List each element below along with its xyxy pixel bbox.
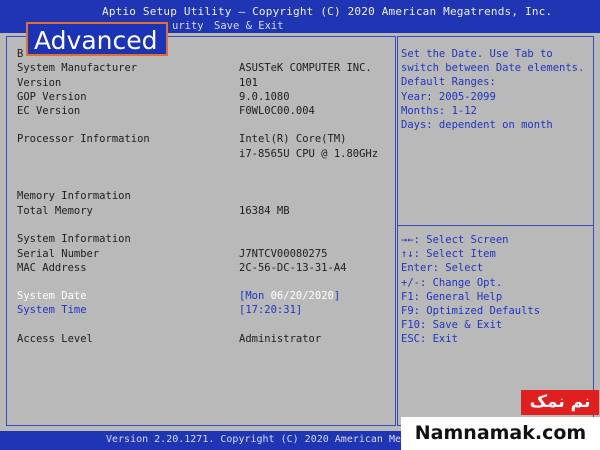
value-mac-address: 2C-56-DC-13-31-A4 bbox=[239, 262, 347, 274]
help-line: Year: 2005-2099 bbox=[401, 90, 496, 103]
label-ec-version: EC Version bbox=[17, 105, 81, 117]
key-legend: →←: Select Screen ↑↓: Select Item Enter:… bbox=[401, 233, 540, 347]
value-access-level: Administrator bbox=[239, 333, 322, 345]
label-system-manufacturer: System Manufacturer bbox=[17, 62, 138, 74]
label-access-level: Access Level bbox=[17, 333, 93, 345]
footer-version-text: Version 2.20.1271. Copyright (C) 2020 Am… bbox=[106, 434, 402, 445]
key-change-opt: +/-: Change Opt. bbox=[401, 276, 503, 289]
date-day: Mon bbox=[245, 290, 265, 302]
tab-advanced[interactable]: Advanced bbox=[26, 22, 168, 56]
help-line: Months: 1-12 bbox=[401, 104, 477, 117]
label-system-information: System Information bbox=[17, 233, 131, 245]
title-text: Aptio Setup Utility – Copyright (C) 2020… bbox=[102, 5, 553, 18]
value-system-manufacturer: ASUSTeK COMPUTER INC. bbox=[239, 62, 372, 74]
watermark-persian-logo: نم نمک bbox=[521, 390, 599, 415]
key-optimized-defaults: F9: Optimized Defaults bbox=[401, 304, 541, 317]
help-line: switch between Date elements. bbox=[401, 62, 585, 75]
watermark-site: Namnamak.com bbox=[401, 417, 600, 450]
menu-save-exit[interactable]: Save & Exit bbox=[214, 20, 284, 32]
key-enter: Enter: Select bbox=[401, 262, 484, 275]
value-ec-version: F0WL0C00.004 bbox=[239, 105, 315, 117]
value-version: 101 bbox=[239, 77, 258, 89]
date-close-bracket: ] bbox=[333, 290, 341, 302]
value-processor-line1: Intel(R) Core(TM) bbox=[239, 133, 347, 145]
date-value[interactable]: 06/20/2020 bbox=[271, 290, 334, 302]
help-line: Default Ranges: bbox=[401, 76, 496, 89]
key-save-exit: F10: Save & Exit bbox=[401, 319, 503, 332]
menu-security-fragment[interactable]: urity bbox=[172, 20, 204, 32]
key-select-item: ↑↓: Select Item bbox=[401, 248, 496, 261]
label-total-memory: Total Memory bbox=[17, 205, 93, 217]
label-processor-information: Processor Information bbox=[17, 133, 150, 145]
help-line: Set the Date. Use Tab to bbox=[401, 48, 553, 60]
label-gop-version: GOP Version bbox=[17, 91, 87, 103]
section-letter: B bbox=[17, 48, 24, 60]
label-mac-address: MAC Address bbox=[17, 262, 87, 274]
key-general-help: F1: General Help bbox=[401, 290, 503, 303]
value-gop-version: 9.0.1080 bbox=[239, 91, 290, 103]
key-select-screen: →←: Select Screen bbox=[401, 234, 509, 246]
system-time-field[interactable]: [17:20:31] bbox=[239, 304, 302, 316]
label-serial-number: Serial Number bbox=[17, 248, 100, 260]
help-line: Days: dependent on month bbox=[401, 118, 553, 131]
help-divider bbox=[397, 225, 594, 226]
value-serial-number: J7NTCV00080275 bbox=[239, 248, 328, 260]
label-version: Version bbox=[17, 77, 62, 89]
system-date-field[interactable]: [Mon 06/20/2020] bbox=[239, 290, 340, 302]
label-system-date[interactable]: System Date bbox=[17, 290, 87, 302]
value-total-memory: 16384 MB bbox=[239, 205, 290, 217]
label-system-time[interactable]: System Time bbox=[17, 304, 87, 316]
key-esc-exit: ESC: Exit bbox=[401, 333, 458, 346]
label-memory-information: Memory Information bbox=[17, 190, 131, 202]
value-processor-line2: i7-8565U CPU @ 1.80GHz bbox=[239, 148, 379, 160]
help-description: Set the Date. Use Tab to switch between … bbox=[401, 47, 584, 132]
